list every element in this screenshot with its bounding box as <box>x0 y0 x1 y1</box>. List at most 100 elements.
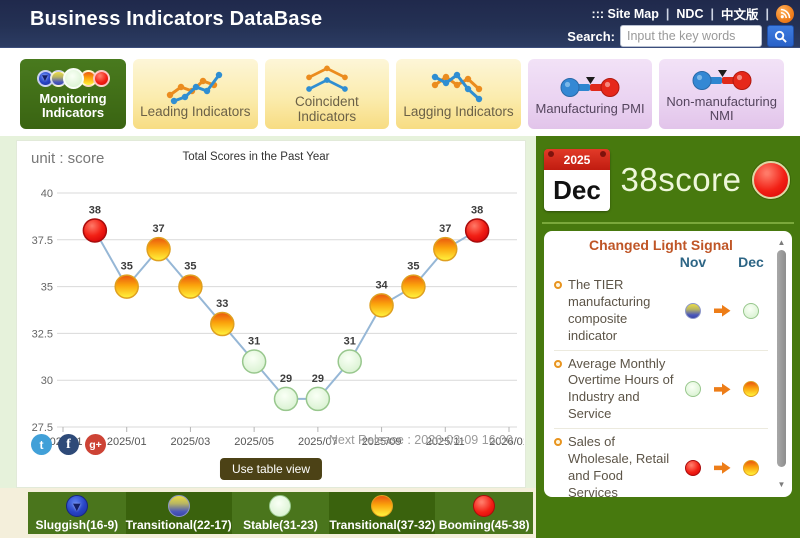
leading-chart-icon <box>164 69 226 105</box>
y-tick-label: 35 <box>41 282 53 294</box>
next-release-text: Next Release : 2026-03-09 16:00 <box>329 433 513 447</box>
data-point[interactable] <box>147 238 170 261</box>
indicator-label: Sales of Wholesale, Retail and Food Serv… <box>568 434 676 497</box>
use-table-view-button[interactable]: Use table view <box>220 458 322 480</box>
lagging-chart-icon <box>427 69 489 105</box>
arrow-right-icon <box>714 304 731 318</box>
y-tick-label: 37.5 <box>32 235 53 247</box>
tab-non-manufacturing-nmi[interactable]: Non-manufacturing NMI <box>659 59 784 129</box>
tab-leading-indicators[interactable]: Leading Indicators <box>133 59 258 129</box>
data-point-label: 29 <box>312 373 324 385</box>
legend-item-transitional-low: Transitional(22-17) <box>126 492 232 534</box>
signal-legend: Sluggish(16-9)Transitional(22-17) Stable(… <box>28 492 533 534</box>
search-icon <box>774 30 787 43</box>
month-columns-header: Nov Dec <box>554 254 768 270</box>
link-divider: | <box>766 7 770 21</box>
calendar-card: 2025 Dec <box>544 149 610 211</box>
data-point[interactable] <box>466 219 489 242</box>
curr-month-header: Dec <box>734 254 768 270</box>
tab-label: Coincident Indicators <box>267 95 388 125</box>
x-tick-label: 2025/05 <box>234 436 274 448</box>
app-window: Business Indicators DataBase ::: Site Ma… <box>0 0 800 538</box>
scroll-down-icon[interactable]: ▼ <box>778 481 786 489</box>
data-point-label: 35 <box>407 261 419 273</box>
data-point[interactable] <box>275 387 298 410</box>
data-point[interactable] <box>370 294 393 317</box>
arrow-right-icon <box>714 382 731 396</box>
indicator-label: Average Monthly Overtime Hours of Indust… <box>568 356 676 424</box>
light-signal-panel: Changed Light Signal Nov Dec The TIER ma… <box>544 231 792 497</box>
tab-coincident-indicators[interactable]: Coincident Indicators <box>265 59 390 129</box>
search-input[interactable] <box>620 25 762 47</box>
data-point[interactable] <box>179 275 202 298</box>
link-divider: | <box>666 7 670 21</box>
y-tick-label: 40 <box>41 188 53 200</box>
twitter-share-icon[interactable]: t <box>31 434 52 455</box>
facebook-share-icon[interactable]: f <box>58 434 79 455</box>
prev-signal-light <box>685 460 701 476</box>
scrollbar-thumb[interactable] <box>777 250 786 467</box>
changed-signal-item: The TIER manufacturing composite indicat… <box>554 272 768 351</box>
chart-title: Total Scores in the Past Year <box>17 151 495 163</box>
data-point-label: 38 <box>471 204 483 216</box>
tab-label: Lagging Indicators <box>403 105 513 120</box>
search-button[interactable] <box>767 25 794 47</box>
data-point[interactable] <box>211 313 234 336</box>
chart-column: unit : score Total Scores in the Past Ye… <box>0 136 536 538</box>
link-site-map[interactable]: ::: Site Map <box>592 7 659 21</box>
tab-manufacturing-pmi[interactable]: Manufacturing PMI <box>528 59 653 129</box>
monitoring-circles-icon <box>37 68 110 89</box>
data-point-label: 31 <box>248 335 260 347</box>
tab-lagging-indicators[interactable]: Lagging Indicators <box>396 59 521 129</box>
tab-label: Manufacturing PMI <box>536 102 645 116</box>
tab-monitoring-indicators[interactable]: Monitoring Indicators <box>20 59 126 129</box>
curr-signal-light <box>743 303 759 319</box>
link-divider: | <box>710 7 714 21</box>
total-scores-line-chart: 4037.53532.53027.52024/112025/012025/032… <box>19 169 524 457</box>
data-point[interactable] <box>306 387 329 410</box>
data-point[interactable] <box>402 275 425 298</box>
data-point-label: 31 <box>344 335 356 347</box>
legend-item-sluggish: Sluggish(16-9) <box>28 492 126 534</box>
indicator-link[interactable]: The TIER manufacturing composite indicat… <box>554 277 676 345</box>
data-point[interactable] <box>338 350 361 373</box>
score-header: 2025 Dec 38score <box>544 142 792 218</box>
search-row: Search: <box>567 25 794 47</box>
indicator-link[interactable]: Average Monthly Overtime Hours of Indust… <box>554 356 676 424</box>
changed-signal-title: Changed Light Signal <box>554 237 768 253</box>
indicator-link[interactable]: Sales of Wholesale, Retail and Food Serv… <box>554 434 676 497</box>
arrow-right-icon <box>714 461 731 475</box>
legend-label: Transitional(37-32) <box>329 518 435 532</box>
y-tick-label: 30 <box>41 375 53 387</box>
scroll-up-icon[interactable]: ▲ <box>778 239 786 247</box>
google-plus-share-icon[interactable]: g+ <box>85 434 106 455</box>
data-point[interactable] <box>243 350 266 373</box>
social-share-row: t f g+ <box>31 434 106 455</box>
data-point[interactable] <box>115 275 138 298</box>
top-links: ::: Site Map | NDC | 中文版 | <box>592 4 794 23</box>
legend-strip: Sluggish(16-9)Transitional(22-17) Stable(… <box>0 488 536 538</box>
changed-items-list: The TIER manufacturing composite indicat… <box>554 272 768 497</box>
search-label: Search: <box>567 29 615 44</box>
legend-label: Booming(45-38) <box>439 518 530 532</box>
x-tick-label: 2025/01 <box>107 436 147 448</box>
legend-signal-light <box>371 495 393 517</box>
bullet-icon <box>554 281 562 289</box>
data-point[interactable] <box>434 238 457 261</box>
calendar-month: Dec <box>544 170 610 211</box>
curr-signal-light <box>743 381 759 397</box>
link-ndc[interactable]: NDC <box>676 7 703 21</box>
chart-data-points: 38353735333129293134353738 <box>83 204 488 410</box>
legend-label: Transitional(22-17) <box>126 518 232 532</box>
prev-month-header: Nov <box>676 254 710 270</box>
link-chinese-version[interactable]: 中文版 <box>721 4 759 23</box>
current-score-panel: 2025 Dec 38score Changed Light Signal No… <box>536 136 800 538</box>
rss-icon[interactable] <box>776 5 794 23</box>
pmi-gauge-icon <box>557 72 623 102</box>
data-point-label: 37 <box>439 223 451 235</box>
data-point[interactable] <box>83 219 106 242</box>
data-point-label: 33 <box>216 298 228 310</box>
data-point-label: 29 <box>280 373 292 385</box>
score-value: 38score <box>610 161 752 199</box>
legend-label: Stable(31-23) <box>243 518 318 532</box>
